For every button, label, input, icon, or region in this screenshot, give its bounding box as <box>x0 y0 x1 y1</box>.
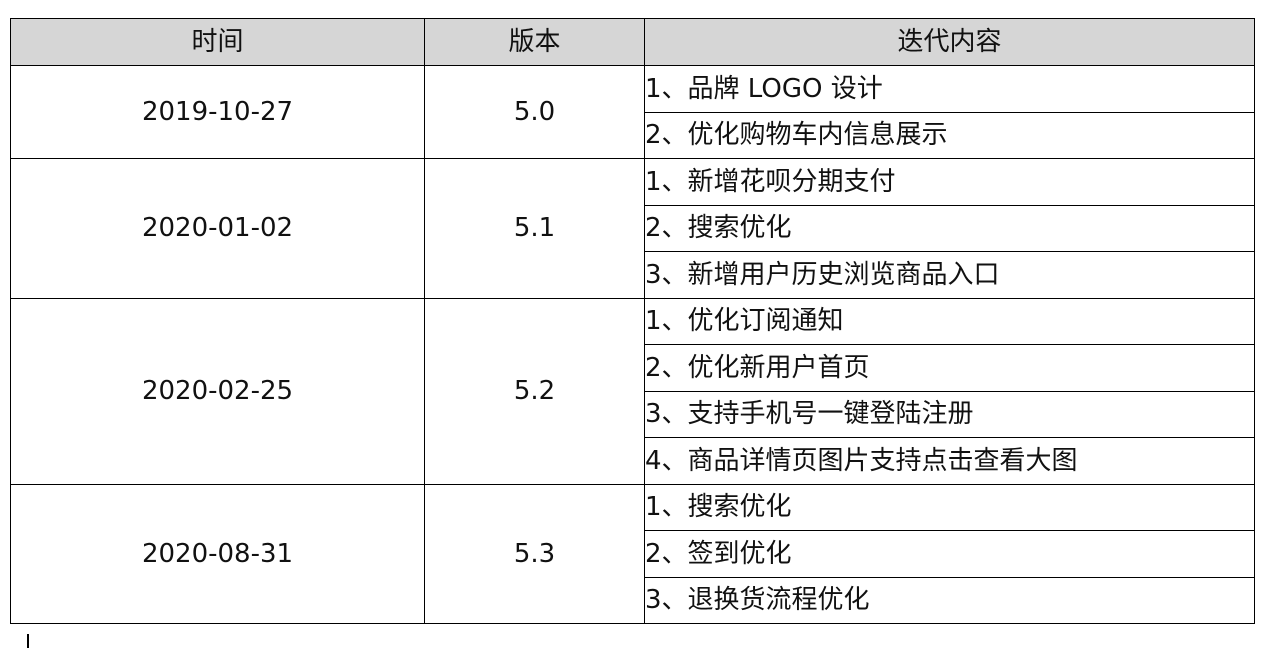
iteration-item: 1、优化订阅通知 <box>644 297 1255 345</box>
iteration-item: 3、新增用户历史浏览商品入口 <box>644 251 1255 299</box>
table-row: 2019-10-27 5.0 1、品牌 LOGO 设计 <box>10 65 1255 159</box>
header-row: 时间 版本 迭代内容 <box>10 18 1255 66</box>
iteration-item: 4、商品详情页图片支持点击查看大图 <box>644 437 1255 485</box>
header-content: 迭代内容 <box>644 18 1255 66</box>
release-version: 5.2 <box>424 297 645 485</box>
iteration-item: 2、签到优化 <box>644 530 1255 578</box>
release-date: 2020-02-25 <box>10 297 425 485</box>
text-cursor <box>27 634 29 648</box>
iteration-item: 1、新增花呗分期支付 <box>644 158 1255 206</box>
release-date: 2020-08-31 <box>10 483 425 624</box>
release-version: 5.3 <box>424 483 645 624</box>
header-version: 版本 <box>424 18 645 66</box>
iteration-item: 2、优化购物车内信息展示 <box>644 111 1255 159</box>
iteration-item: 2、优化新用户首页 <box>644 344 1255 392</box>
iteration-item: 2、搜索优化 <box>644 204 1255 252</box>
table-row: 2020-02-25 5.2 1、优化订阅通知 <box>10 297 1255 485</box>
iteration-item: 3、退换货流程优化 <box>644 576 1255 624</box>
release-version: 5.0 <box>424 65 645 159</box>
iteration-item: 1、品牌 LOGO 设计 <box>644 65 1255 113</box>
release-date: 2020-01-02 <box>10 158 425 299</box>
iteration-item: 3、支持手机号一键登陆注册 <box>644 390 1255 438</box>
table-row: 2020-08-31 5.3 1、搜索优化 <box>10 483 1255 624</box>
release-date: 2019-10-27 <box>10 65 425 159</box>
changelog-table: 时间 版本 迭代内容 2019-10-27 5.0 1、品牌 LOGO 设计 2… <box>10 18 1255 624</box>
header-time: 时间 <box>10 18 425 66</box>
iteration-item: 1、搜索优化 <box>644 483 1255 531</box>
release-version: 5.1 <box>424 158 645 299</box>
table-row: 2020-01-02 5.1 1、新增花呗分期支付 <box>10 158 1255 299</box>
